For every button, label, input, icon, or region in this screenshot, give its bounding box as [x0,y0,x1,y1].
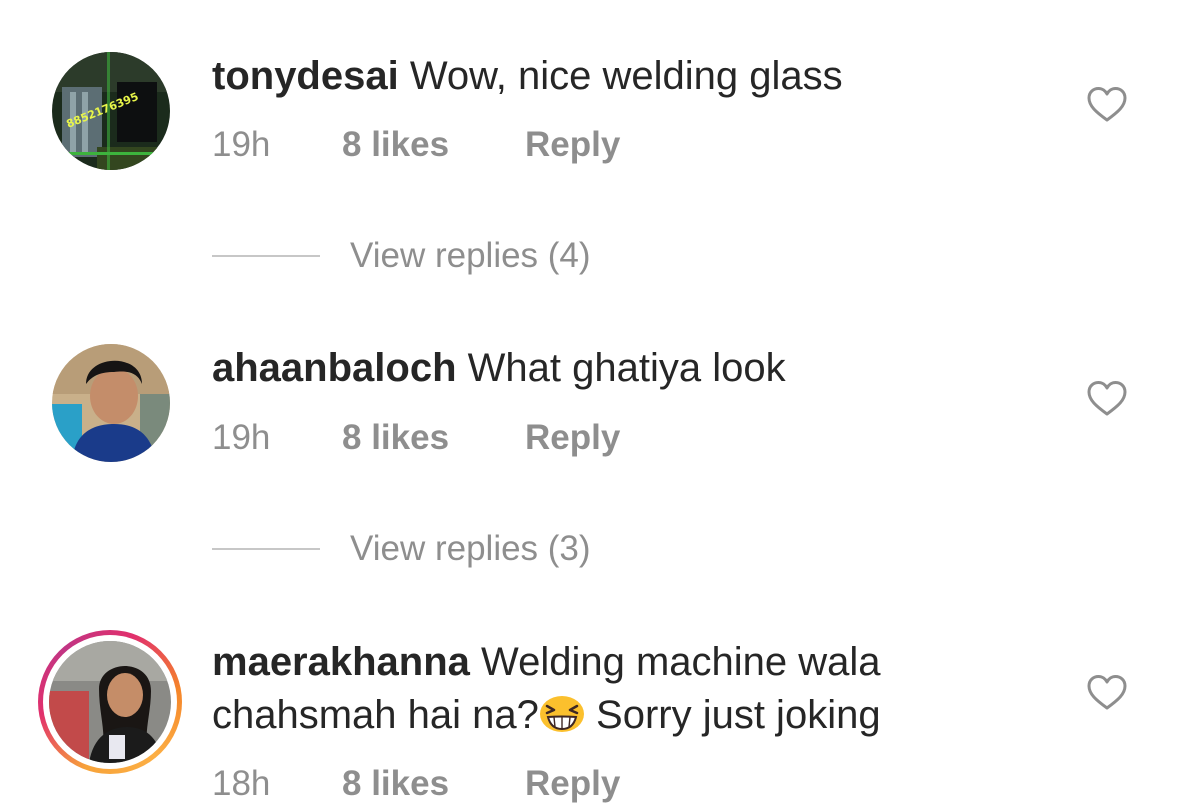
avatar-image [49,641,171,763]
heart-outline-icon[interactable] [1086,674,1128,712]
heart-outline-icon[interactable] [1086,380,1128,418]
comment-time: 18h [212,764,271,803]
view-replies-button[interactable]: View replies (4) [212,234,591,278]
view-replies-divider [212,548,320,550]
view-replies-divider [212,255,320,257]
avatar [49,641,171,763]
comment-username[interactable]: ahaanbaloch [212,346,457,390]
comment-text: Wow, nice welding glass [409,54,843,98]
view-replies-label: View replies (4) [350,236,591,275]
comment-body: tonydesai Wow, nice welding glass [212,50,1012,103]
avatar[interactable] [52,344,170,462]
avatar-image [52,344,170,462]
comment-time: 19h [212,125,271,164]
avatar-image: 8852176395 [52,52,170,170]
view-replies-button[interactable]: View replies (3) [212,527,591,571]
reply-button[interactable]: Reply [525,125,620,165]
view-replies-label: View replies (3) [350,529,591,568]
story-ring[interactable] [38,630,182,774]
comment-meta: 18h 8 likes Reply [212,764,620,804]
comment-meta: 19h 8 likes Reply [212,418,620,458]
comment-username[interactable]: tonydesai [212,54,399,98]
grinning-squinting-face-emoji [539,696,584,732]
comment-likes[interactable]: 8 likes [342,418,525,458]
comment-time: 19h [212,418,271,457]
comments-page: 8852176395 tonydesai Wow, nice welding g… [0,0,1200,810]
comment-text-continued: Sorry just joking [584,693,881,737]
comment-body: ahaanbaloch What ghatiya look [212,342,1012,395]
comment-body: maerakhanna Welding machine wala chahsma… [212,636,1012,742]
comment-likes[interactable]: 8 likes [342,125,525,165]
comment-username[interactable]: maerakhanna [212,640,470,684]
reply-button[interactable]: Reply [525,418,620,458]
reply-button[interactable]: Reply [525,764,620,804]
comment-text: What ghatiya look [467,346,786,390]
comment-likes[interactable]: 8 likes [342,764,525,804]
avatar[interactable]: 8852176395 [52,52,170,170]
heart-outline-icon[interactable] [1086,86,1128,124]
comment-meta: 19h 8 likes Reply [212,125,620,165]
